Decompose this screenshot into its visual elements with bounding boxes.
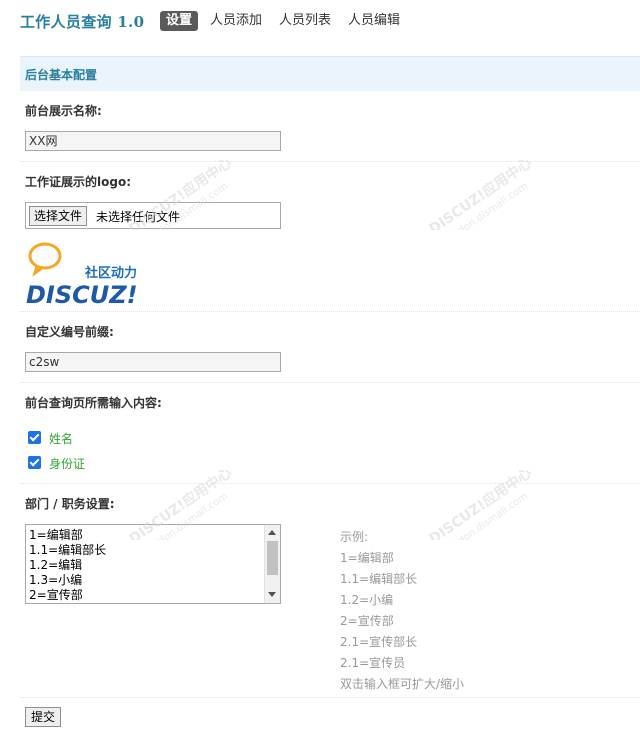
divider (20, 311, 640, 312)
divider (20, 483, 640, 484)
app-title: 工作人员查询 1.0 (20, 13, 145, 31)
textarea-scrollbar[interactable] (264, 525, 280, 603)
scroll-down-arrow-icon[interactable] (268, 592, 276, 597)
choose-file-button[interactable]: 选择文件 (29, 206, 88, 226)
submit-button[interactable]: 提交 (25, 707, 62, 727)
query-inputs-label: 前台查询页所需输入内容: (25, 396, 162, 410)
hint-line: 1=编辑部 (340, 551, 394, 565)
option-label: 姓名 (49, 432, 74, 446)
option-label: 身份证 (49, 457, 86, 471)
file-status: 未选择任何文件 (96, 210, 181, 224)
textarea-line: 1.2=编辑 (29, 558, 83, 572)
hint-line: 1.1=编辑部长 (340, 572, 418, 586)
departments-label: 部门 / 职务设置: (25, 497, 115, 511)
watermark-brand: DISCUZ!应用中心 (426, 464, 535, 540)
logo-text-en: DISCUZ! (26, 281, 138, 306)
hint-line: 2.1=宣传员 (340, 656, 406, 670)
tab-staff-list[interactable]: 人员列表 (279, 11, 331, 31)
divider (20, 161, 640, 162)
watermark-brand: DISCUZ!应用中心 (426, 154, 535, 230)
textarea-line: 1=编辑部 (29, 528, 83, 542)
divider (20, 382, 640, 383)
watermark-domain: addon.dismall.com (446, 181, 530, 230)
watermark-domain: addon.dismall.com (446, 491, 530, 540)
hint-line: 双击输入框可扩大/缩小 (340, 677, 465, 691)
checkbox-checked-icon[interactable] (28, 431, 41, 444)
departments-textarea[interactable]: 1=编辑部 1.1=编辑部长 1.2=编辑 1.3=小编 2=宣传部 (25, 524, 281, 604)
watermark-icon: DISCUZ!应用中心 addon.dismall.com (426, 154, 535, 230)
tab-settings[interactable]: 设置 (160, 11, 199, 31)
discuz-logo-icon: 社区动力 DISCUZ! (26, 242, 138, 309)
site-name-input[interactable]: XX网 (25, 131, 281, 151)
scrollbar-thumb[interactable] (267, 541, 278, 575)
tab-edit-staff[interactable]: 人员编辑 (348, 11, 400, 31)
textarea-line: 1.3=小编 (29, 573, 83, 587)
section-title: 后台基本配置 (25, 68, 98, 82)
logo-file-input[interactable]: 选择文件 未选择任何文件 (25, 202, 281, 229)
watermark-icon: DISCUZ!应用中心 addon.dismall.com (426, 464, 535, 540)
logo-preview: 社区动力 DISCUZ! (25, 240, 155, 309)
checkbox-checked-icon[interactable] (28, 456, 41, 469)
prefix-input[interactable]: c2sw (25, 352, 281, 372)
textarea-line: 2=宣传部 (29, 588, 83, 602)
tab-add-staff[interactable]: 人员添加 (210, 11, 262, 31)
hint-line: 示例: (340, 530, 369, 544)
textarea-line: 1.1=编辑部长 (29, 543, 107, 557)
hint-line: 2=宣传部 (340, 614, 394, 628)
logo-label: 工作证展示的logo: (25, 175, 131, 189)
scroll-up-arrow-icon[interactable] (268, 530, 276, 535)
divider (20, 697, 640, 698)
site-name-label: 前台展示名称: (25, 104, 102, 118)
prefix-label: 自定义编号前缀: (25, 325, 114, 339)
hint-line: 2.1=宣传部长 (340, 635, 418, 649)
top-nav: 工作人员查询 1.0 设置 人员添加 人员列表 人员编辑 (0, 0, 640, 42)
hint-line: 1.2=小编 (340, 593, 394, 607)
logo-text-cn: 社区动力 (84, 265, 137, 281)
section-header: 后台基本配置 (20, 56, 640, 91)
